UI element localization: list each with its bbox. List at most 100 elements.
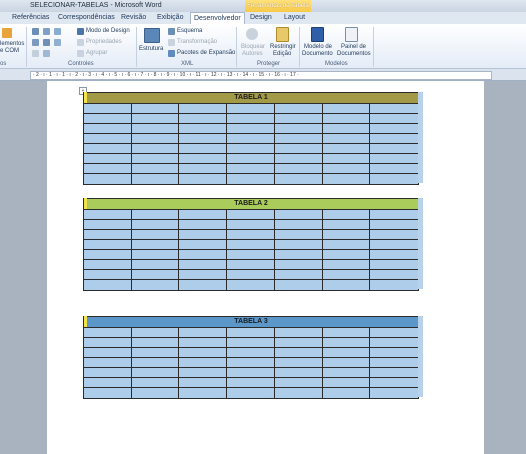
table-cell[interactable] xyxy=(84,368,132,378)
structure-icon[interactable] xyxy=(144,28,160,43)
table-cell[interactable] xyxy=(84,134,132,144)
legacy-tools-icon[interactable] xyxy=(43,50,50,57)
table-cell[interactable] xyxy=(370,220,418,230)
table-cell[interactable] xyxy=(322,104,371,114)
table-cell[interactable] xyxy=(370,210,418,220)
table-1[interactable]: TABELA 1 xyxy=(83,92,419,185)
table-cell[interactable] xyxy=(370,378,418,388)
table-cell[interactable] xyxy=(370,230,418,240)
table-cell[interactable] xyxy=(322,250,371,260)
table-cell[interactable] xyxy=(322,154,371,164)
table-cell[interactable] xyxy=(227,134,275,144)
table-cell[interactable] xyxy=(227,250,275,260)
combo-box-icon[interactable] xyxy=(32,39,39,46)
structure-button[interactable]: Estrutura xyxy=(139,45,163,53)
table-cell[interactable] xyxy=(274,368,323,378)
table-cell[interactable] xyxy=(131,124,180,134)
table-cell[interactable] xyxy=(322,378,371,388)
tab-revisao[interactable]: Revisão xyxy=(121,12,146,24)
table-cell[interactable] xyxy=(370,104,418,114)
tab-design[interactable]: Design xyxy=(250,12,272,24)
table-3[interactable]: TABELA 3 xyxy=(83,316,419,399)
table-cell[interactable] xyxy=(131,270,180,280)
table-cell[interactable] xyxy=(274,358,323,368)
table-cell[interactable] xyxy=(131,250,180,260)
table-cell[interactable] xyxy=(322,220,371,230)
table-cell[interactable] xyxy=(179,260,228,270)
schema-icon[interactable] xyxy=(168,28,175,35)
table-cell[interactable] xyxy=(84,174,132,184)
table-cell[interactable] xyxy=(323,174,371,184)
table-cell[interactable] xyxy=(84,230,132,240)
table-cell[interactable] xyxy=(323,388,371,398)
table-cell[interactable] xyxy=(179,164,228,174)
table-cell[interactable] xyxy=(227,174,275,184)
table-cell[interactable] xyxy=(370,260,418,270)
table-2[interactable]: TABELA 2 xyxy=(83,198,419,291)
table-cell[interactable] xyxy=(274,124,323,134)
table-cell[interactable] xyxy=(84,164,132,174)
table-cell[interactable] xyxy=(131,260,180,270)
table-cell[interactable] xyxy=(323,280,371,290)
group-button[interactable]: Agrupar xyxy=(86,49,107,57)
table-cell[interactable] xyxy=(274,220,323,230)
table-cell[interactable] xyxy=(274,210,323,220)
table-cell[interactable] xyxy=(179,220,228,230)
table-cell[interactable] xyxy=(274,250,323,260)
table-cell[interactable] xyxy=(179,174,228,184)
table-cell[interactable] xyxy=(179,358,228,368)
table-cell[interactable] xyxy=(322,144,371,154)
table-cell[interactable] xyxy=(227,260,275,270)
table-cell[interactable] xyxy=(179,210,228,220)
table-cell[interactable] xyxy=(84,240,132,250)
table-cell[interactable] xyxy=(179,348,228,358)
table-cell[interactable] xyxy=(370,280,418,290)
table-cell[interactable] xyxy=(274,348,323,358)
table-cell[interactable] xyxy=(227,124,275,134)
table-cell[interactable] xyxy=(84,328,132,338)
table-cell[interactable] xyxy=(179,328,228,338)
table-cell[interactable] xyxy=(227,144,275,154)
table-cell[interactable] xyxy=(84,144,132,154)
table-cell[interactable] xyxy=(179,338,228,348)
table-cell[interactable] xyxy=(322,164,371,174)
table-cell[interactable] xyxy=(84,124,132,134)
table-cell[interactable] xyxy=(227,220,275,230)
table-cell[interactable] xyxy=(179,134,228,144)
table-cell[interactable] xyxy=(227,368,275,378)
restrict-editing-icon[interactable] xyxy=(276,27,289,42)
picture-control-icon[interactable] xyxy=(54,28,61,35)
table-cell[interactable] xyxy=(370,144,418,154)
table-cell[interactable] xyxy=(227,338,275,348)
table-cell[interactable] xyxy=(274,134,323,144)
table-cell[interactable] xyxy=(131,114,180,124)
table-cell[interactable] xyxy=(370,164,418,174)
table-cell[interactable] xyxy=(179,114,228,124)
document-panel-icon[interactable] xyxy=(345,27,358,42)
table-cell[interactable] xyxy=(227,358,275,368)
tab-layout[interactable]: Layout xyxy=(284,12,305,24)
table-cell[interactable] xyxy=(179,154,228,164)
table-cell[interactable] xyxy=(370,368,418,378)
table-cell[interactable] xyxy=(370,154,418,164)
table-cell[interactable] xyxy=(179,388,228,398)
table-cell[interactable] xyxy=(370,338,418,348)
table-cell[interactable] xyxy=(131,230,180,240)
table-cell[interactable] xyxy=(131,210,180,220)
table-cell[interactable] xyxy=(370,270,418,280)
table-cell[interactable] xyxy=(84,378,132,388)
table-cell[interactable] xyxy=(179,378,228,388)
table-title[interactable]: TABELA 2 xyxy=(84,199,418,210)
table-cell[interactable] xyxy=(275,280,323,290)
table-cell[interactable] xyxy=(131,164,180,174)
table-cell[interactable] xyxy=(84,154,132,164)
table-cell[interactable] xyxy=(274,114,323,124)
table-cell[interactable] xyxy=(179,124,228,134)
design-mode-icon[interactable] xyxy=(77,28,84,35)
table-cell[interactable] xyxy=(274,104,323,114)
table-cell[interactable] xyxy=(131,358,180,368)
table-cell[interactable] xyxy=(227,230,275,240)
table-cell[interactable] xyxy=(179,144,228,154)
table-cell[interactable] xyxy=(131,220,180,230)
table-cell[interactable] xyxy=(322,260,371,270)
